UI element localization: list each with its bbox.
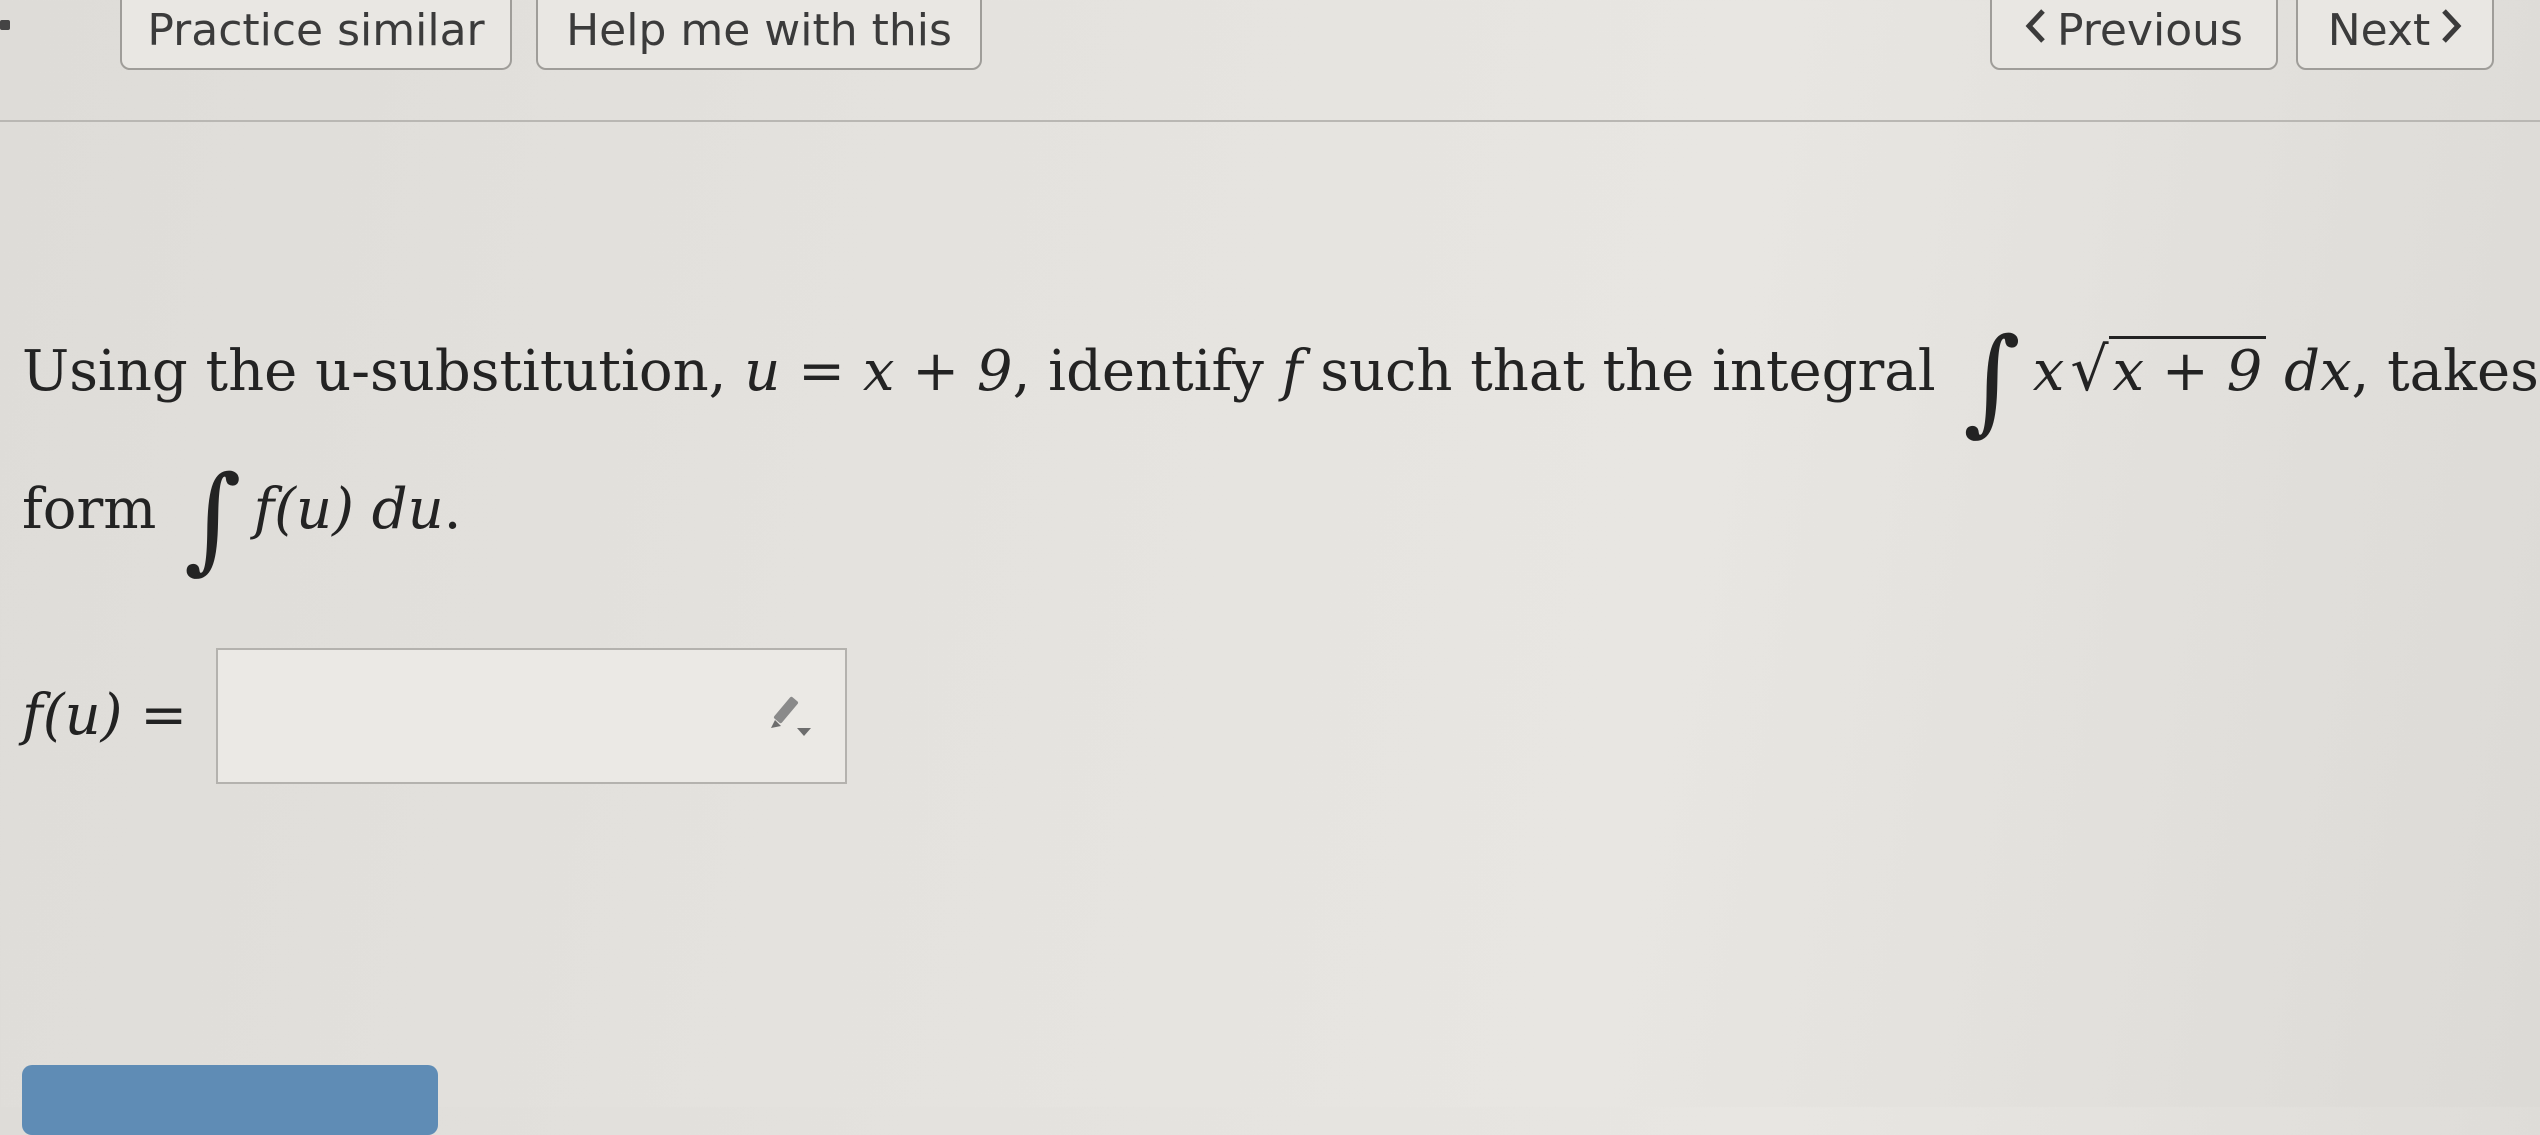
previous-label: Previous	[2057, 4, 2243, 56]
question-form: form	[22, 477, 175, 542]
question-intro: Using the u-substitution,	[22, 339, 745, 404]
question-text: Using the u-substitution, u = x + 9, ide…	[22, 300, 2540, 580]
answer-input[interactable]	[216, 648, 847, 784]
function-symbol: f	[1281, 339, 1303, 404]
chevron-left-icon	[2025, 8, 2047, 52]
integral-sign-2: ∫	[184, 450, 242, 586]
answer-row: f(u) =	[22, 645, 187, 785]
question-line-2: form ∫ f(u) du.	[22, 440, 2522, 580]
differential-dx: dx	[2284, 339, 2352, 404]
practice-similar-label: Practice similar	[147, 4, 485, 56]
question-line-1: Using the u-substitution, u = x + 9, ide…	[22, 300, 2540, 448]
integral-sign: ∫	[1963, 312, 2021, 448]
next-button[interactable]: Next	[2296, 0, 2494, 70]
target-form: f(u) du	[253, 477, 444, 542]
previous-button[interactable]: Previous	[1990, 0, 2278, 70]
substitution-equation: u = x + 9	[744, 339, 1013, 404]
practice-similar-button[interactable]: Practice similar	[120, 0, 512, 70]
edge-marker	[0, 20, 10, 30]
answer-label: f(u) =	[22, 682, 188, 748]
question-such-that: such that the integral	[1302, 339, 1954, 404]
help-me-label: Help me with this	[566, 4, 952, 56]
question-period: .	[443, 477, 462, 542]
sqrt-sign: √	[2070, 335, 2109, 405]
question-identify: , identify	[1012, 339, 1282, 404]
pencil-icon[interactable]	[767, 692, 815, 740]
radicand: x + 9	[2108, 336, 2267, 404]
chevron-right-icon	[2440, 8, 2462, 52]
next-label: Next	[2327, 4, 2431, 56]
toolbar: Practice similar Help me with this Previ…	[0, 0, 2540, 122]
submit-button[interactable]	[22, 1065, 438, 1135]
question-takes-the: , takes the	[2351, 339, 2540, 404]
help-me-button[interactable]: Help me with this	[536, 0, 982, 70]
integrand-x: x	[2032, 339, 2065, 404]
